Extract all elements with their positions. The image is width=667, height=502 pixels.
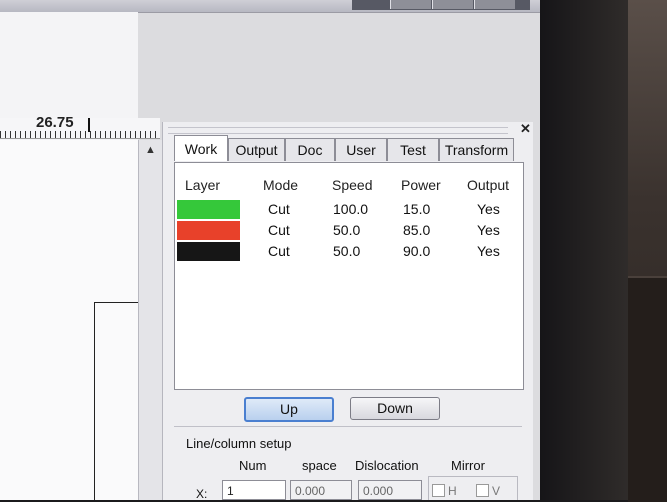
panel-grip[interactable]	[168, 127, 508, 134]
mode-cell: Cut	[268, 243, 290, 259]
monitor-screen: 26.75 ▲ ✕ Work Output Doc User Test Tran…	[0, 0, 540, 500]
panel-close-icon[interactable]: ✕	[520, 121, 531, 137]
line-column-setup-title: Line/column setup	[186, 436, 292, 451]
tab-transform[interactable]: Transform	[439, 138, 514, 161]
vertical-scrollbar[interactable]	[138, 140, 163, 500]
speed-cell: 50.0	[333, 222, 361, 238]
table-row[interactable]: Cut 50.0 90.0 Yes	[175, 242, 523, 263]
power-cell: 90.0	[403, 243, 431, 259]
tab-doc[interactable]: Doc	[285, 138, 335, 161]
tab-user[interactable]: User	[335, 138, 387, 161]
output-cell: Yes	[477, 222, 500, 238]
mirror-column-label: Mirror	[451, 458, 485, 473]
layer-column-header: Layer	[185, 177, 221, 193]
close-window-button[interactable]	[474, 0, 515, 9]
layer-table: Layer Mode Speed Power Output Cut 100.0 …	[174, 162, 524, 390]
x-space-field[interactable]: 0.000	[290, 480, 352, 500]
up-button[interactable]: Up	[244, 397, 334, 422]
x-dislocation-field[interactable]: 0.000	[358, 480, 422, 500]
speed-cell: 100.0	[333, 201, 369, 217]
x-row-label: X:	[196, 487, 208, 500]
background-shelf	[628, 276, 667, 502]
power-column-header: Power	[401, 177, 441, 193]
output-cell: Yes	[477, 201, 500, 217]
mirror-v-checkbox[interactable]	[476, 484, 489, 497]
down-button[interactable]: Down	[350, 397, 440, 420]
ruler-cursor-marker	[88, 118, 90, 132]
output-cell: Yes	[477, 243, 500, 259]
table-row[interactable]: Cut 100.0 15.0 Yes	[175, 200, 523, 221]
mode-column-header: Mode	[263, 177, 299, 193]
speed-cell: 50.0	[333, 243, 361, 259]
tab-work[interactable]: Work	[174, 135, 228, 161]
power-cell: 85.0	[403, 222, 431, 238]
num-column-label: Num	[239, 458, 267, 473]
mode-cell: Cut	[268, 222, 290, 238]
scroll-up-arrow-icon[interactable]: ▲	[145, 144, 156, 156]
mirror-h-label: H	[448, 484, 457, 498]
table-row[interactable]: Cut 50.0 85.0 Yes	[175, 221, 523, 242]
ruler-ticks	[0, 131, 160, 138]
ruler-value: 26.75	[36, 114, 74, 131]
layer-color-swatch	[177, 242, 240, 261]
horizontal-ruler: 26.75	[0, 114, 160, 139]
space-column-label: space	[302, 458, 337, 473]
mirror-v-label: V	[492, 484, 501, 498]
layer-color-swatch	[177, 200, 240, 219]
mode-cell: Cut	[268, 201, 290, 217]
maximize-button[interactable]	[432, 0, 473, 9]
minimize-button[interactable]	[390, 0, 431, 9]
x-num-field[interactable]: 1	[222, 480, 286, 500]
power-cell: 15.0	[403, 201, 431, 217]
tab-output[interactable]: Output	[228, 138, 285, 161]
speed-column-header: Speed	[332, 177, 373, 193]
tab-test[interactable]: Test	[387, 138, 439, 161]
mirror-h-checkbox[interactable]	[432, 484, 445, 497]
layer-color-swatch	[177, 221, 240, 240]
dislocation-column-label: Dislocation	[355, 458, 419, 473]
output-column-header: Output	[467, 177, 510, 193]
